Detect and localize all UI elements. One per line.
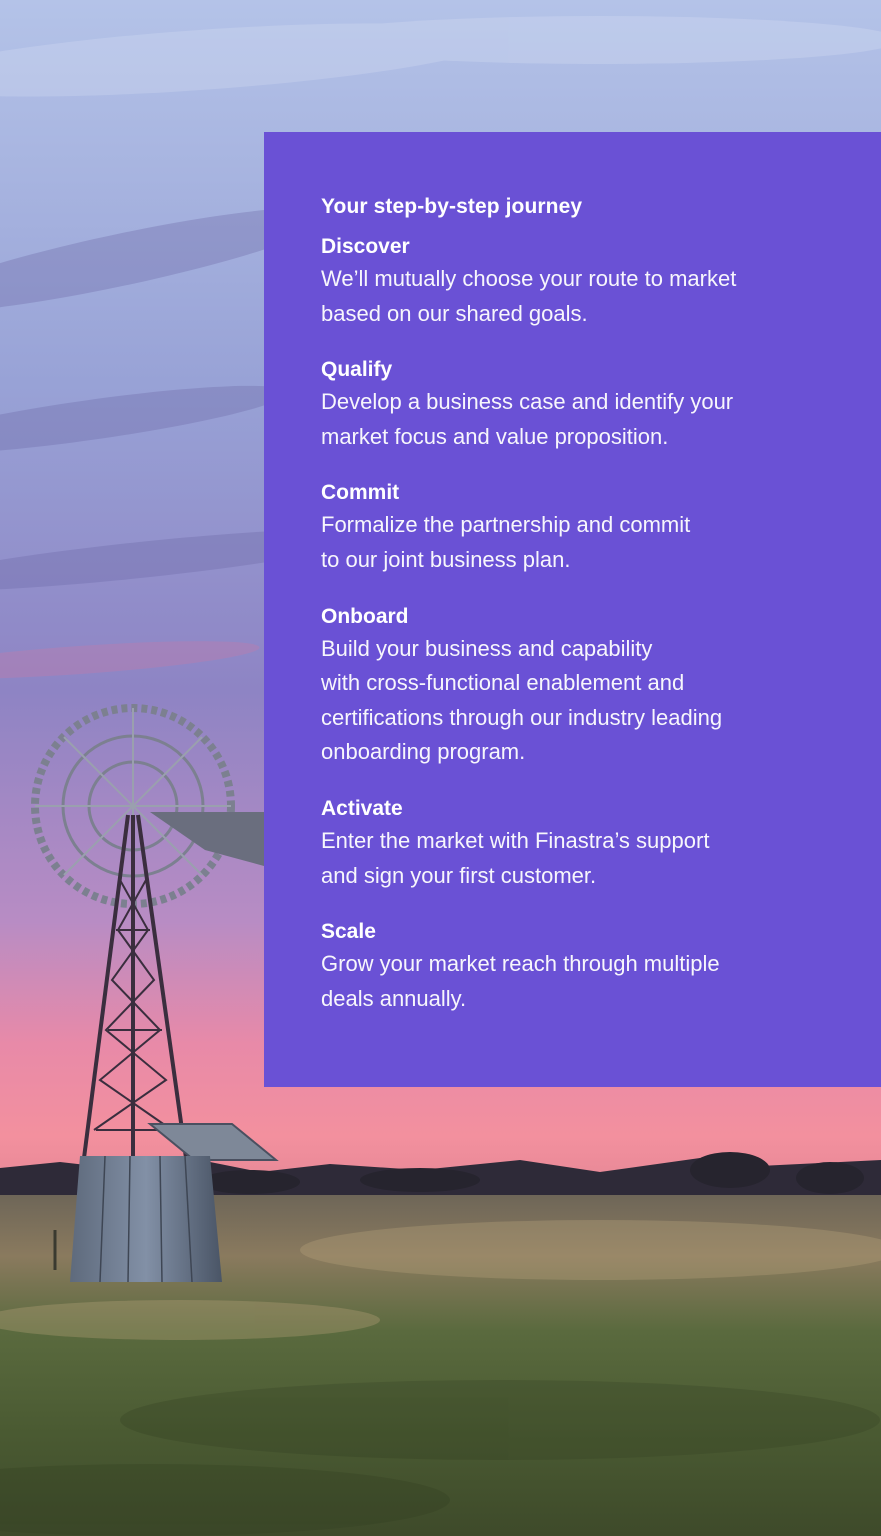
step-description: Enter the market with Finastra’s support… [321, 827, 710, 888]
step-title: Qualify [321, 358, 393, 382]
step-qualify: Qualify Develop a business case and iden… [321, 355, 825, 454]
step-scale: Scale Grow your market reach through mul… [321, 917, 825, 1016]
step-title: Activate [321, 796, 403, 820]
step-description: Formalize the partnership and commit to … [321, 512, 691, 572]
step-title: Discover [321, 235, 410, 258]
journey-panel: Your step-by-step journey Discover We’ll… [264, 132, 881, 1087]
journey-title: Your step-by-step journey [321, 195, 583, 218]
step-description: Grow your market reach through multiple … [321, 951, 720, 1011]
step-title: Scale [321, 920, 376, 944]
step-description: We’ll mutually choose your route to mark… [321, 266, 737, 326]
step-description: Develop a business case and identify you… [321, 389, 734, 449]
step-onboard: Onboard Build your business and capabili… [321, 602, 825, 770]
journey-steps: Discover We’ll mutually choose your rout… [321, 232, 825, 1016]
step-activate: Activate Enter the market with Finastra’… [321, 794, 825, 893]
step-title: Onboard [321, 604, 409, 628]
step-title: Commit [321, 481, 400, 505]
step-description: Build your business and capability with … [321, 635, 723, 765]
step-discover: Discover We’ll mutually choose your rout… [321, 232, 825, 331]
step-commit: Commit Formalize the partnership and com… [321, 478, 825, 577]
